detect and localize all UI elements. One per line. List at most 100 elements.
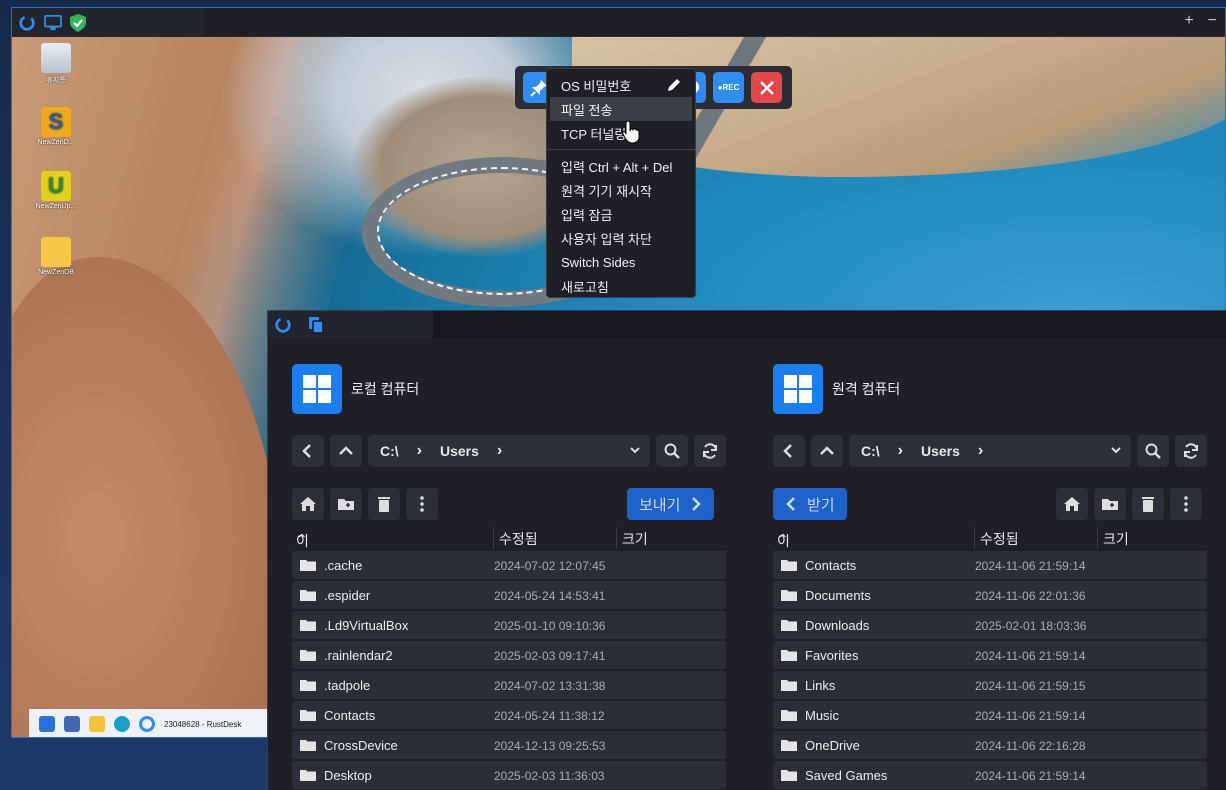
rustdesk-logo-icon xyxy=(19,14,35,31)
pencil-icon[interactable] xyxy=(666,77,682,93)
send-button[interactable]: 보내기 xyxy=(627,488,715,520)
up-button[interactable] xyxy=(811,435,843,467)
file-name: Downloads xyxy=(805,618,870,633)
refresh-icon xyxy=(703,443,717,459)
menu-item-block-user-input[interactable]: 사용자 입력 차단 xyxy=(550,226,692,250)
desktop-icon-newzendb[interactable]: NewZenDB xyxy=(32,237,80,276)
back-button[interactable] xyxy=(292,435,324,467)
remote-taskbar: 23048628 - RustDesk xyxy=(29,709,269,737)
file-row[interactable]: Music 2024-11-06 21:59:14 xyxy=(773,701,1207,729)
edge-icon[interactable] xyxy=(114,716,130,732)
file-name: Saved Games xyxy=(805,768,888,783)
delete-button[interactable] xyxy=(368,488,400,520)
chevron-up-icon xyxy=(339,446,353,455)
search-button[interactable] xyxy=(1137,435,1169,467)
menu-item-refresh[interactable]: 새로고침 xyxy=(550,274,692,298)
delete-button[interactable] xyxy=(1132,488,1164,520)
more-options-button[interactable] xyxy=(1170,488,1202,520)
column-size[interactable]: 크기 xyxy=(622,529,648,549)
folder-icon xyxy=(781,560,797,571)
back-button[interactable] xyxy=(773,435,805,467)
file-row[interactable]: Favorites 2024-11-06 21:59:14 xyxy=(773,641,1207,669)
desktop-icon-recycle-bin[interactable]: 휴지통 xyxy=(32,43,80,85)
file-row[interactable]: .rainlendar2 2025-02-03 09:17:41 xyxy=(292,641,726,669)
chevron-down-icon[interactable] xyxy=(1109,443,1123,457)
windows-start-icon[interactable] xyxy=(39,716,55,732)
remote-path-bar[interactable]: C:\ › Users › xyxy=(849,435,1131,467)
file-row[interactable]: .Ld9VirtualBox 2025-01-10 09:10:36 xyxy=(292,611,726,639)
record-button[interactable]: ●REC xyxy=(713,72,744,103)
file-name: .espider xyxy=(324,588,371,603)
desktop-icon-newzend[interactable]: S NewZenD... xyxy=(32,107,80,146)
file-modified: 2024-11-06 21:59:14 xyxy=(975,559,1086,573)
menu-item-restart[interactable]: 원격 기기 재시작 xyxy=(550,178,692,202)
file-row[interactable]: Documents 2024-11-06 22:01:36 xyxy=(773,581,1207,609)
file-row[interactable]: .espider 2024-05-24 14:53:41 xyxy=(292,581,726,609)
up-button[interactable] xyxy=(330,435,362,467)
close-session-button[interactable] xyxy=(751,72,782,103)
menu-item-tcp-tunneling[interactable]: TCP 터널링 xyxy=(550,121,692,145)
file-row[interactable]: Links 2024-11-06 21:59:15 xyxy=(773,671,1207,699)
column-modified[interactable]: 수정됨 xyxy=(980,529,1019,549)
menu-separator xyxy=(547,149,695,150)
folder-icon xyxy=(781,650,797,661)
menu-item-lock-input[interactable]: 입력 잠금 xyxy=(550,202,692,226)
home-button[interactable] xyxy=(292,488,324,520)
file-modified: 2024-11-06 21:59:14 xyxy=(975,769,1086,783)
file-row[interactable]: .cache 2024-07-02 12:07:45 xyxy=(292,551,726,579)
more-options-button[interactable] xyxy=(406,488,438,520)
file-row[interactable]: Contacts 2024-05-24 11:38:12 xyxy=(292,701,726,729)
file-name: .rainlendar2 xyxy=(324,648,393,663)
local-path-bar[interactable]: C:\ › Users › xyxy=(368,435,650,467)
menu-item-file-transfer[interactable]: 파일 전송 xyxy=(550,97,692,121)
column-modified[interactable]: 수정됨 xyxy=(499,529,538,549)
hand-cursor-icon xyxy=(622,120,640,144)
search-icon xyxy=(664,443,680,459)
file-row[interactable]: Downloads 2025-02-01 18:03:36 xyxy=(773,611,1207,639)
file-row[interactable]: Desktop 2025-02-03 11:36:03 xyxy=(292,761,726,789)
rustdesk-logo-icon xyxy=(275,316,291,333)
refresh-button[interactable] xyxy=(1175,435,1207,467)
refresh-button[interactable] xyxy=(694,435,726,467)
new-folder-button[interactable] xyxy=(1094,488,1126,520)
new-folder-button[interactable] xyxy=(330,488,362,520)
folder-plus-icon xyxy=(338,499,354,510)
local-pane-title: 로컬 컴퓨터 xyxy=(351,381,420,397)
menu-item-os-password[interactable]: OS 비밀번호 xyxy=(550,73,692,97)
remote-column-header: 이름 ⌃ 수정됨 크기 xyxy=(773,527,1207,569)
file-modified: 2024-05-24 11:38:12 xyxy=(494,709,605,723)
s-app-icon[interactable] xyxy=(64,716,80,732)
menu-item-switch-sides[interactable]: Switch Sides xyxy=(550,250,692,274)
receive-button[interactable]: 받기 xyxy=(773,488,847,520)
chevron-right-icon xyxy=(692,497,702,511)
window-titlebar: + − xyxy=(12,8,1225,37)
column-size[interactable]: 크기 xyxy=(1103,529,1129,549)
file-row[interactable]: Saved Games 2024-11-06 21:59:14 xyxy=(773,761,1207,789)
file-row[interactable]: Contacts 2024-11-06 21:59:14 xyxy=(773,551,1207,579)
file-modified: 2024-11-06 21:59:14 xyxy=(975,649,1086,663)
taskbar-rustdesk-label[interactable]: 23048628 - RustDesk xyxy=(164,720,241,729)
chevron-left-icon xyxy=(783,444,792,458)
file-name: .tadpole xyxy=(324,678,371,693)
file-row[interactable]: OneDrive 2024-11-06 22:16:28 xyxy=(773,731,1207,759)
desktop-icon-newzenup[interactable]: U NewZenUp... xyxy=(32,171,80,210)
file-explorer-icon[interactable] xyxy=(89,716,105,732)
file-modified: 2024-05-24 14:53:41 xyxy=(494,589,606,603)
windows-logo-icon xyxy=(773,364,823,414)
file-row[interactable]: CrossDevice 2024-12-13 09:25:53 xyxy=(292,731,726,759)
home-button[interactable] xyxy=(1056,488,1088,520)
monitor-icon xyxy=(44,14,62,30)
file-row[interactable]: .tadpole 2024-07-02 13:31:38 xyxy=(292,671,726,699)
file-modified: 2025-02-03 11:36:03 xyxy=(494,769,605,783)
file-name: Documents xyxy=(805,588,871,603)
folder-icon xyxy=(781,590,797,601)
minimize-button[interactable]: − xyxy=(1208,12,1217,30)
search-button[interactable] xyxy=(656,435,688,467)
menu-item-ctrl-alt-del[interactable]: 입력 Ctrl + Alt + Del xyxy=(550,154,692,178)
new-tab-button[interactable]: + xyxy=(1184,12,1193,30)
chevron-down-icon[interactable] xyxy=(628,443,642,457)
rustdesk-icon[interactable] xyxy=(139,716,155,732)
connection-tab[interactable] xyxy=(12,8,204,37)
file-transfer-window: 로컬 컴퓨터 C:\ › Users › 보내기 이름 ⌃ 수정됨 xyxy=(267,310,1226,790)
file-transfer-tab[interactable] xyxy=(268,311,433,338)
